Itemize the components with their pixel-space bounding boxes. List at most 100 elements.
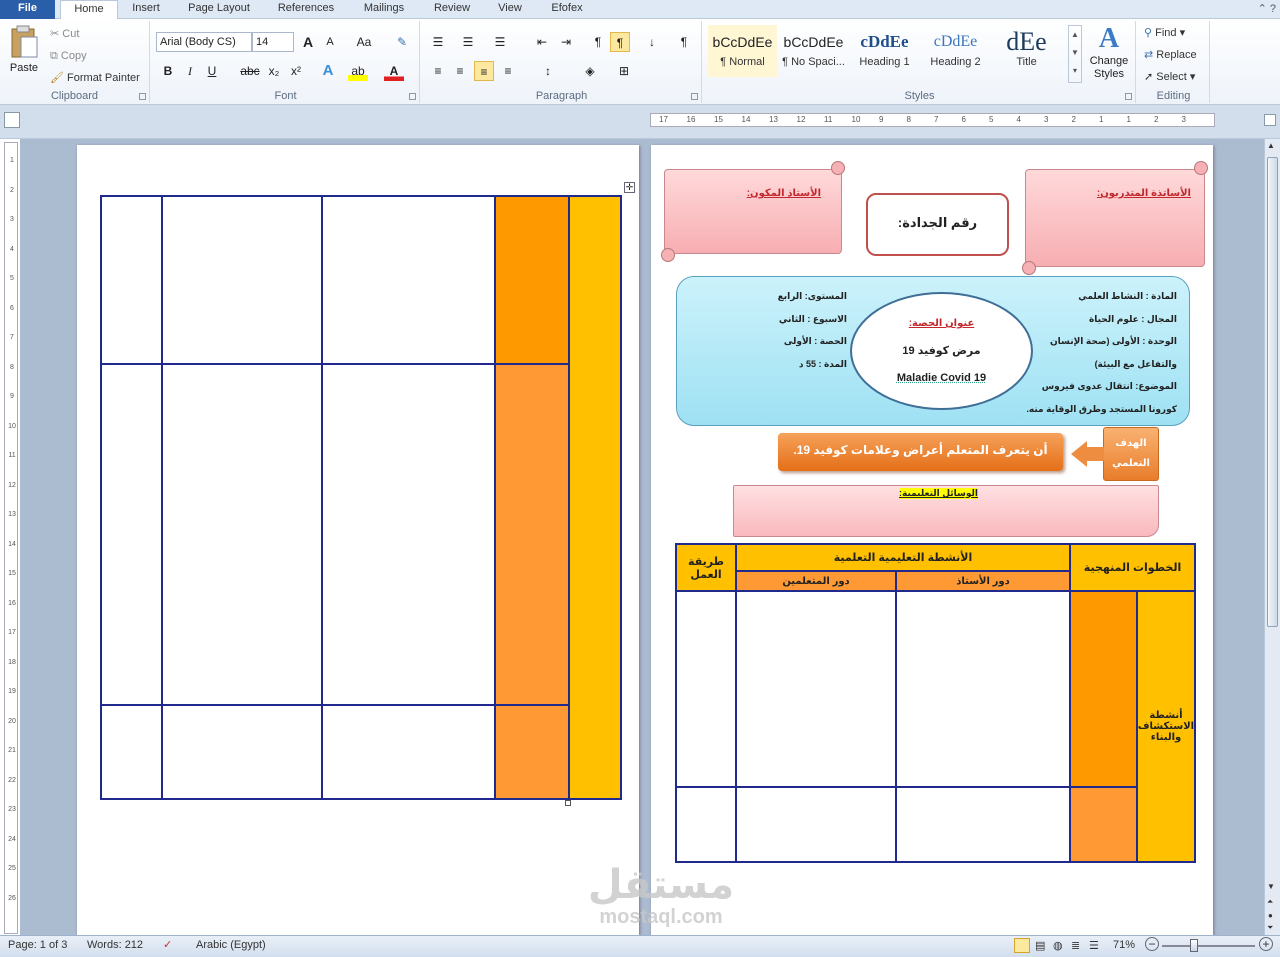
method-header[interactable]: طريقة العمل xyxy=(675,543,737,592)
styles-launcher-icon[interactable] xyxy=(1125,93,1132,100)
objective-label-shape[interactable]: الهدف التعلمي xyxy=(1103,427,1159,481)
learners-role-header[interactable]: دور المتعلمين xyxy=(735,570,897,592)
tab-review[interactable]: Review xyxy=(426,0,478,19)
continuation-table[interactable] xyxy=(100,195,622,800)
tab-insert[interactable]: Insert xyxy=(122,0,170,19)
clear-formatting-icon[interactable]: ✎ xyxy=(392,32,412,52)
grow-font-button[interactable]: A xyxy=(298,32,318,52)
styles-scroll-arrows[interactable]: ▲ ▼ ▾ xyxy=(1068,25,1082,83)
page-1[interactable]: الأستاذ المكون: رقم الجدادة: الأساتذة ال… xyxy=(588,145,1213,935)
align-left-icon[interactable]: ≡ xyxy=(428,61,448,81)
tab-references[interactable]: References xyxy=(270,0,342,19)
table-resize-handle-icon[interactable] xyxy=(565,800,571,806)
italic-button[interactable]: I xyxy=(180,61,200,81)
justify-icon[interactable]: ≡ xyxy=(498,61,518,81)
zoom-slider[interactable] xyxy=(1162,945,1255,947)
table-cell[interactable] xyxy=(735,590,897,788)
zoom-slider-thumb[interactable] xyxy=(1190,939,1198,952)
outline-view-icon[interactable]: ≣ xyxy=(1071,939,1080,952)
prev-page-icon[interactable]: ⏶ xyxy=(1267,897,1273,907)
tab-file[interactable]: File xyxy=(0,0,55,19)
clipboard-launcher-icon[interactable] xyxy=(139,93,146,100)
means-box[interactable]: الوسائل التعليمية: xyxy=(733,485,1159,537)
numbering-icon[interactable]: ☰ xyxy=(458,32,478,52)
window-controls[interactable]: ⌃ ? xyxy=(1258,2,1276,15)
decrease-indent-icon[interactable]: ⇤ xyxy=(532,32,552,52)
table-cell[interactable] xyxy=(675,590,737,788)
borders-icon[interactable]: ⊞ xyxy=(614,61,634,81)
style-heading-2[interactable]: cDdEe Heading 2 xyxy=(921,25,990,77)
rtl-direction-icon[interactable]: ¶ xyxy=(610,32,630,52)
subscript-button[interactable]: x₂ xyxy=(264,61,284,81)
table-cell[interactable] xyxy=(321,195,497,365)
trainer-scroll-shape[interactable]: الأستاذ المكون: xyxy=(661,161,845,262)
tab-view[interactable]: View xyxy=(490,0,530,19)
ruler-toggle-icon[interactable] xyxy=(4,112,20,128)
superscript-button[interactable]: x² xyxy=(286,61,306,81)
view-ruler-icon[interactable] xyxy=(1264,114,1276,126)
paragraph-launcher-icon[interactable] xyxy=(691,93,698,100)
language-indicator[interactable]: Arabic (Egypt) xyxy=(196,939,266,951)
highlight-icon[interactable]: ab xyxy=(348,61,368,81)
show-formatting-button[interactable]: ¶ xyxy=(674,32,694,52)
browse-object-icon[interactable]: ● xyxy=(1268,911,1273,920)
find-button[interactable]: ⚲ Find ▾ xyxy=(1144,25,1185,41)
text-effects-icon[interactable]: A xyxy=(318,61,338,81)
copy-button[interactable]: ⧉ Copy xyxy=(50,48,87,64)
step-cell[interactable] xyxy=(1071,788,1136,861)
table-cell[interactable] xyxy=(100,195,163,365)
page-2[interactable]: ✛ xyxy=(77,145,639,935)
scroll-up-icon[interactable]: ▲ xyxy=(1267,141,1275,150)
objective-text-box[interactable]: أن يتعرف المتعلم أعراض وعلامات كوفيد 19. xyxy=(778,433,1063,471)
change-styles-button[interactable]: A Change Styles xyxy=(1086,23,1132,81)
trainees-scroll-shape[interactable]: الأساتذة المتدربون: xyxy=(1022,161,1208,275)
table-cell[interactable] xyxy=(160,195,324,365)
zoom-out-icon[interactable]: − xyxy=(1145,937,1159,951)
cut-button[interactable]: ✂ Cut xyxy=(50,26,79,42)
table-cell[interactable] xyxy=(100,704,163,800)
replace-button[interactable]: ⇄ Replace xyxy=(1144,47,1197,63)
bullets-icon[interactable]: ☰ xyxy=(428,32,448,52)
step-cell[interactable] xyxy=(1071,592,1136,788)
table-cell[interactable] xyxy=(895,590,1071,788)
phase-cell[interactable] xyxy=(568,195,622,800)
bold-button[interactable]: B xyxy=(158,61,178,81)
font-name-select[interactable]: Arial (Body CS) xyxy=(156,32,252,52)
style-normal[interactable]: bCcDdEe ¶ Normal xyxy=(708,25,777,77)
zoom-level[interactable]: 71% xyxy=(1113,939,1135,951)
table-move-handle-icon[interactable]: ✛ xyxy=(624,182,635,193)
style-heading-1[interactable]: cDdEe Heading 1 xyxy=(850,25,919,77)
font-launcher-icon[interactable] xyxy=(409,93,416,100)
teacher-role-header[interactable]: دور الأستاذ xyxy=(895,570,1071,592)
activities-table[interactable]: الخطوات المنهجية الأنشطة التعليمية التعل… xyxy=(675,543,1196,863)
vertical-scrollbar[interactable]: ▲ ▼ ⏶ ● ⏷ xyxy=(1264,139,1280,935)
format-painter-button[interactable]: 🖌 Format Painter xyxy=(50,70,140,86)
table-cell[interactable] xyxy=(895,786,1071,863)
increase-indent-icon[interactable]: ⇥ xyxy=(556,32,576,52)
tab-page-layout[interactable]: Page Layout xyxy=(180,0,258,19)
select-button[interactable]: ➚ Select ▾ xyxy=(1144,69,1195,85)
table-cell[interactable] xyxy=(160,363,324,706)
align-center-icon[interactable]: ≡ xyxy=(450,61,470,81)
web-layout-view-icon[interactable]: ◍ xyxy=(1053,939,1063,952)
table-cell[interactable] xyxy=(735,786,897,863)
underline-button[interactable]: U xyxy=(202,61,222,81)
step-cell[interactable] xyxy=(494,195,571,365)
sort-icon[interactable]: ↓ xyxy=(642,32,662,52)
align-right-icon[interactable]: ≡ xyxy=(474,61,494,81)
table-cell[interactable] xyxy=(160,704,324,800)
multilevel-list-icon[interactable]: ☰ xyxy=(490,32,510,52)
style-title[interactable]: dEe Title xyxy=(992,25,1061,77)
font-color-icon[interactable]: A xyxy=(384,61,404,81)
steps-header[interactable]: الخطوات المنهجية xyxy=(1069,543,1196,592)
phase-cell[interactable]: أنشطة الاستكشاف والبناء xyxy=(1069,590,1196,863)
grade-number-box[interactable]: رقم الجدادة: xyxy=(866,193,1009,256)
style-no-spacing[interactable]: bCcDdEe ¶ No Spaci... xyxy=(779,25,848,77)
change-case-button[interactable]: Aa xyxy=(350,32,378,52)
ltr-direction-icon[interactable]: ¶ xyxy=(588,32,608,52)
proofing-icon[interactable]: ✓ xyxy=(163,938,172,951)
tab-home[interactable]: Home xyxy=(60,0,118,20)
draft-view-icon[interactable]: ☰ xyxy=(1089,939,1099,952)
line-spacing-icon[interactable]: ↕ xyxy=(538,61,558,81)
table-cell[interactable] xyxy=(321,704,497,800)
